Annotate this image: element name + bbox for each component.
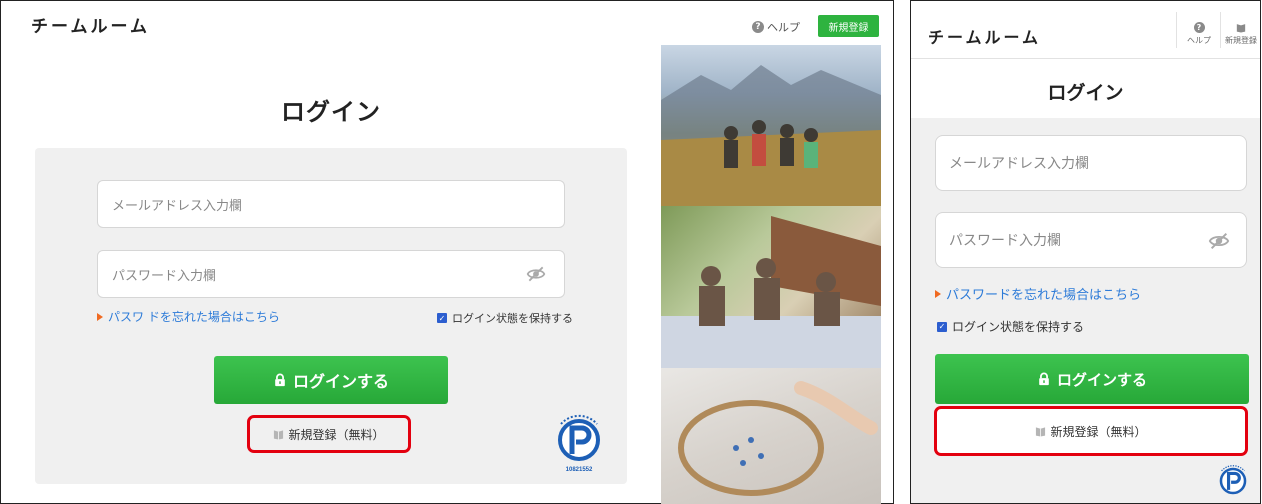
- mobile-login-button-label: ログインする: [1056, 370, 1147, 389]
- forgot-password-link[interactable]: パスワ ドを忘れた場合はこちら: [97, 308, 280, 325]
- hero-photo-family-cabin: [661, 206, 881, 368]
- hero-photo-embroidery: [661, 368, 881, 504]
- mobile-keep-login-checkbox[interactable]: ✓ ログイン状態を保持する: [937, 318, 1084, 335]
- header-signup-button[interactable]: 新規登録: [818, 15, 879, 37]
- mobile-page-title: ログイン: [1047, 82, 1124, 104]
- mobile-email-placeholder: メールアドレス入力欄: [949, 156, 1089, 172]
- help-link[interactable]: ? ヘルプ: [752, 19, 800, 35]
- checkbox-icon: ✓: [437, 313, 447, 323]
- mobile-register-label: 新規登録（無料）: [1050, 424, 1147, 439]
- mobile-signup-label: 新規登録: [1225, 36, 1257, 45]
- triangle-arrow-icon: [935, 289, 941, 298]
- help-icon: ?: [1193, 22, 1205, 33]
- book-icon: [1036, 427, 1046, 437]
- mobile-email-input[interactable]: メールアドレス入力欄: [935, 135, 1247, 191]
- signup-book-icon: [1236, 24, 1246, 33]
- mobile-keep-login-label: ログイン状態を保持する: [952, 320, 1085, 334]
- lock-icon: [1039, 372, 1049, 386]
- mobile-password-placeholder: パスワード入力欄: [949, 233, 1061, 249]
- mobile-forgot-password-link[interactable]: パスワードを忘れた場合はこちら: [935, 284, 1141, 303]
- triangle-arrow-icon: [97, 312, 103, 321]
- register-button[interactable]: 新規登録（無料）: [250, 418, 408, 450]
- page-title: ログイン: [281, 98, 381, 126]
- privacy-mark-icon: 10821552: [558, 414, 600, 473]
- login-button-label: ログインする: [292, 372, 389, 391]
- eye-slash-icon[interactable]: [1208, 230, 1230, 252]
- hero-photo-mountain-group: [661, 45, 881, 206]
- header-divider: [1176, 12, 1177, 48]
- forgot-password-label: パスワ ドを忘れた場合はこちら: [108, 310, 280, 324]
- mobile-header-signup-link[interactable]: 新規登録: [1224, 22, 1258, 46]
- mobile-password-input[interactable]: パスワード入力欄: [935, 212, 1247, 268]
- password-input[interactable]: パスワード入力欄: [97, 250, 565, 298]
- register-label: 新規登録（無料）: [288, 427, 385, 442]
- help-label: ヘルプ: [767, 21, 800, 34]
- help-icon: ?: [752, 21, 764, 33]
- header-divider: [1220, 12, 1221, 48]
- checkbox-icon: ✓: [937, 321, 947, 332]
- eye-slash-icon[interactable]: [526, 264, 546, 284]
- password-placeholder: パスワード入力欄: [112, 268, 217, 284]
- keep-login-checkbox[interactable]: ✓ ログイン状態を保持する: [437, 310, 573, 326]
- email-input[interactable]: メールアドレス入力欄: [97, 180, 565, 228]
- mobile-forgot-password-label: パスワードを忘れた場合はこちら: [946, 288, 1142, 303]
- mobile-site-logo[interactable]: チームルーム: [928, 24, 1041, 48]
- site-logo[interactable]: チームルーム: [31, 12, 150, 37]
- privacy-mark-icon: [1219, 465, 1247, 495]
- mobile-register-button[interactable]: 新規登録（無料）: [937, 409, 1245, 453]
- book-icon: [274, 430, 284, 440]
- mobile-login-button[interactable]: ログインする: [935, 354, 1249, 404]
- email-placeholder: メールアドレス入力欄: [112, 198, 243, 214]
- mobile-help-link[interactable]: ? ヘルプ: [1181, 22, 1217, 46]
- lock-icon: [275, 373, 285, 387]
- privacy-mark-number: 10821552: [566, 467, 593, 473]
- keep-login-label: ログイン状態を保持する: [452, 312, 573, 325]
- mobile-help-label: ヘルプ: [1187, 36, 1211, 45]
- login-button[interactable]: ログインする: [214, 356, 448, 404]
